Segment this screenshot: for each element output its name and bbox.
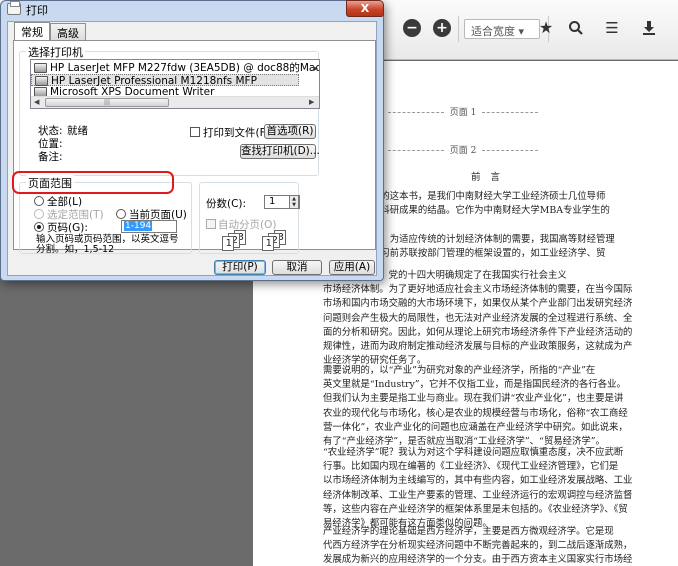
zoom-in-icon[interactable]: + xyxy=(433,19,451,37)
copies-group: 份数(C): 1 ▲ ▼ 自动分页(O) 3 2 1 3 2 1 xyxy=(199,182,300,254)
preface-title: 前言 xyxy=(471,172,511,183)
paragraph: 需要说明的，以“产业”为研究对象的产业经济学，所指的“产业”在 英文里就是“In… xyxy=(323,365,628,448)
scroll-left-icon[interactable]: ◀ xyxy=(34,97,39,108)
paragraph: 者的这本书，是我们中南财经大学工业经济硕士几位导师 师科研成果的结晶。它作为中南… xyxy=(371,191,610,217)
collate-checkbox xyxy=(206,219,216,229)
collate-page: 1 xyxy=(222,236,234,251)
printer-item[interactable]: HP LaserJet MFP M227fdw (3EA5DB) @ doc88… xyxy=(31,62,319,74)
range-current-radio[interactable] xyxy=(116,209,126,219)
menu-icon[interactable]: ☰ xyxy=(603,19,621,37)
search-icon[interactable] xyxy=(567,19,585,37)
collate-page: 1 xyxy=(262,236,274,251)
range-hint: 输入页码或页码范围，以英文逗号分割。如，1,5-12 xyxy=(36,234,179,255)
paragraph: 为，为适应传统的计划经济体制的需要，我国高等财经管理 学习前苏联按部门管理的框架… xyxy=(371,234,615,260)
copies-label: 份数(C): xyxy=(206,198,247,210)
select-printer-label: 选择打印机 xyxy=(26,44,85,60)
copies-spinner[interactable]: ▲ ▼ xyxy=(289,195,299,209)
page-marker: 页面 2 xyxy=(373,143,553,156)
scroll-right-icon[interactable]: ▶ xyxy=(309,97,314,108)
printer-icon xyxy=(7,1,21,15)
printer-name: HP LaserJet MFP M227fdw (3EA5DB) @ doc88… xyxy=(50,62,320,74)
range-all-radio[interactable] xyxy=(34,196,44,206)
paragraph: “农业经济学”呢？我认为对这个学科建设问题应取慎重态度，决不应武断 行事。比如国… xyxy=(323,447,633,530)
printer-item-selected[interactable]: HP LaserJet Professional M1218nfs MFP xyxy=(31,74,299,87)
page-range-value: 1-194 xyxy=(124,221,153,231)
cancel-button[interactable]: 取消 xyxy=(272,260,322,275)
page-marker: 页面 1 xyxy=(373,105,553,118)
find-printer-button[interactable]: 查找打印机(D)... xyxy=(240,144,320,159)
zoom-out-icon[interactable]: − xyxy=(403,19,421,37)
collate-label: 自动分页(O) xyxy=(218,219,277,231)
close-button[interactable]: X xyxy=(346,0,384,17)
toolbar-separator xyxy=(458,16,459,42)
tab-advanced[interactable]: 高级 xyxy=(50,23,86,40)
highlight-annotation xyxy=(12,171,174,194)
print-dialog: 打印 X 常规 高级 选择打印机 HP LaserJet MFP M227fdw… xyxy=(0,0,384,281)
tab-general[interactable]: 常规 xyxy=(14,22,50,40)
tab-panel-general: 选择打印机 HP LaserJet MFP M227fdw (3EA5DB) @… xyxy=(13,40,376,255)
apply-button[interactable]: 应用(A) xyxy=(329,260,375,275)
printer-group: 选择打印机 HP LaserJet MFP M227fdw (3EA5DB) @… xyxy=(19,44,320,176)
range-pages-label[interactable]: 页码(G): xyxy=(47,220,88,235)
printer-icon xyxy=(34,63,47,73)
paragraph: 产业经济学的理论基础是西方经济学，主要是西方微观经济学。它是现 代西方经济学在分… xyxy=(323,526,633,566)
title-bar[interactable]: 打印 X xyxy=(1,0,384,17)
copies-value: 1 xyxy=(269,196,276,207)
more-icon: ▸ xyxy=(313,64,318,74)
scrollbar-thumb[interactable]: ||| xyxy=(45,98,169,107)
star-icon[interactable]: ★ xyxy=(537,19,555,37)
range-selection-radio xyxy=(34,209,44,219)
zoom-value: 适合宽度 xyxy=(471,25,515,38)
printer-list[interactable]: HP LaserJet MFP M227fdw (3EA5DB) @ doc88… xyxy=(30,59,320,109)
page-range-input[interactable]: 1-194 xyxy=(121,220,177,233)
comment-label: 备注: xyxy=(38,151,63,163)
range-pages-radio[interactable] xyxy=(34,222,44,232)
printer-icon xyxy=(35,76,48,86)
dialog-title: 打印 xyxy=(26,4,48,17)
print-button[interactable]: 打印(P) xyxy=(214,260,266,275)
download-icon[interactable] xyxy=(640,19,658,37)
status-value: 就绪 xyxy=(67,125,88,137)
zoom-select[interactable]: 适合宽度 ▾ xyxy=(464,19,540,39)
print-to-file-label[interactable]: 打印到文件(F) xyxy=(203,125,270,140)
horizontal-scrollbar[interactable]: ◀ ||| ▶ xyxy=(31,96,319,108)
dialog-client: 常规 高级 选择打印机 HP LaserJet MFP M227fdw (3EA… xyxy=(7,21,377,276)
preferences-button[interactable]: 首选项(R) xyxy=(264,124,316,139)
paragraph: 改的不断深入，党的十四大明确规定了在我国实行社会主义 市场经济体制。为了更好地适… xyxy=(323,270,633,367)
print-to-file-checkbox[interactable] xyxy=(190,127,200,137)
